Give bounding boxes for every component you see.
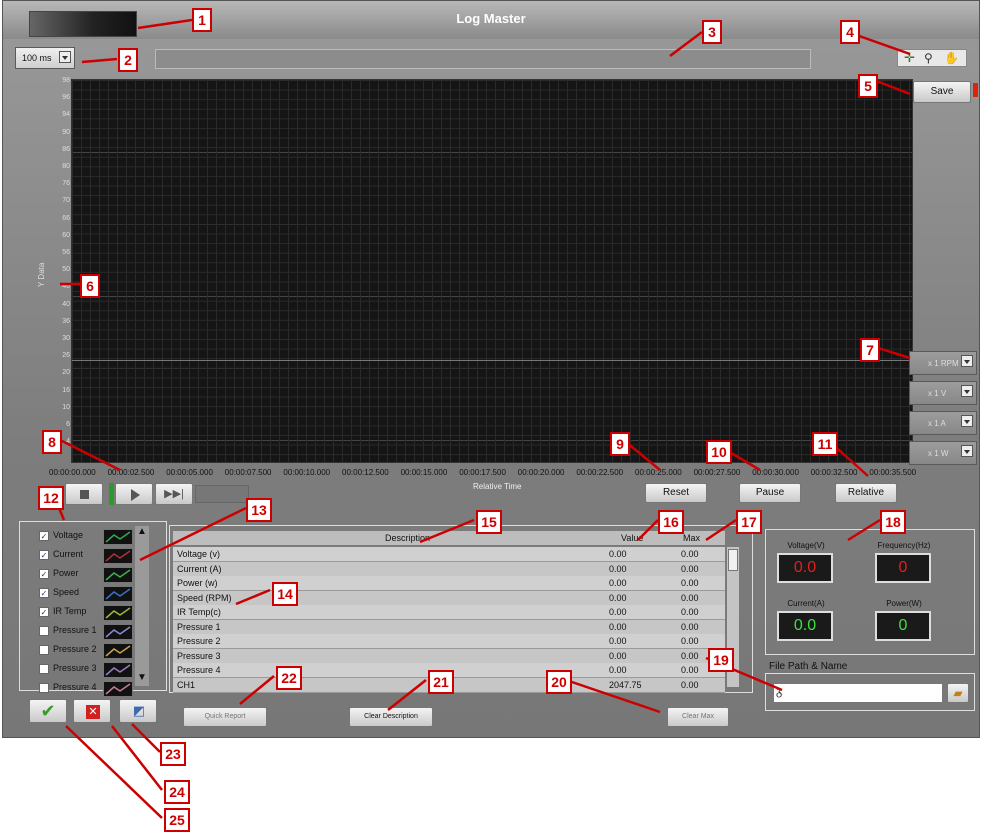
callout-7: 7 — [860, 338, 880, 362]
callout-14: 14 — [272, 582, 298, 606]
callout-18: 18 — [880, 510, 906, 534]
callout-21: 21 — [428, 670, 454, 694]
callout-8: 8 — [42, 430, 62, 454]
callout-17: 17 — [736, 510, 762, 534]
callout-15: 15 — [476, 510, 502, 534]
callout-12: 12 — [38, 486, 64, 510]
callout-arrows — [52, 18, 911, 819]
callout-24: 24 — [164, 780, 190, 804]
callout-4: 4 — [840, 20, 860, 44]
callout-10: 10 — [706, 440, 732, 464]
callout-6: 6 — [80, 274, 100, 298]
callout-11: 11 — [812, 432, 838, 456]
callout-25: 25 — [164, 808, 190, 832]
callout-16: 16 — [658, 510, 684, 534]
callout-2: 2 — [118, 48, 138, 72]
callout-1: 1 — [192, 8, 212, 32]
callout-22: 22 — [276, 666, 302, 690]
callout-19: 19 — [708, 648, 734, 672]
callout-5: 5 — [858, 74, 878, 98]
callout-13: 13 — [246, 498, 272, 522]
callout-3: 3 — [702, 20, 722, 44]
callout-20: 20 — [546, 670, 572, 694]
callout-23: 23 — [160, 742, 186, 766]
callout-9: 9 — [610, 432, 630, 456]
